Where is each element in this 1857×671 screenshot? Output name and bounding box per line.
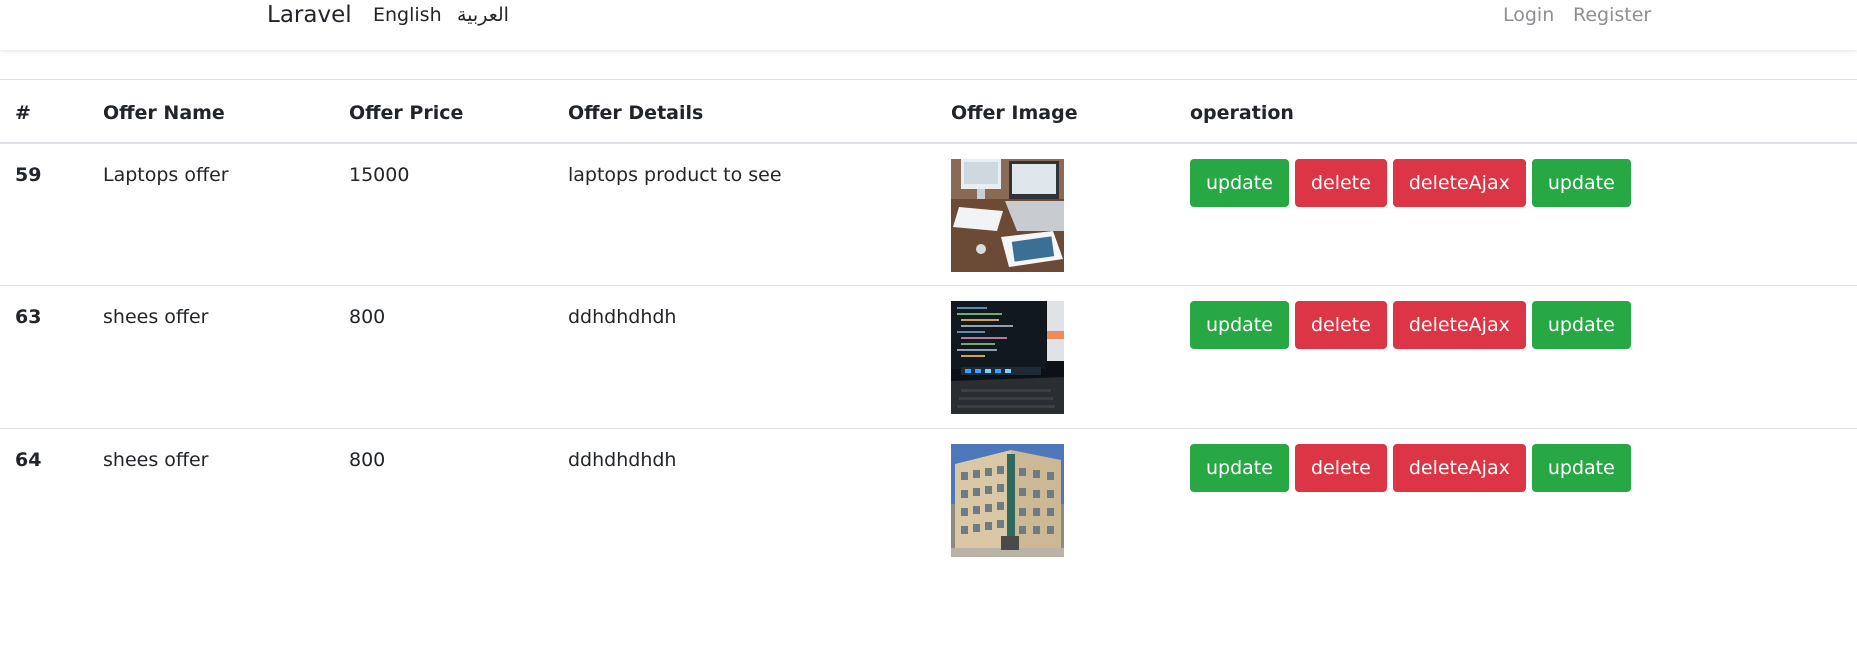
- register-link[interactable]: Register: [1573, 0, 1651, 30]
- update-secondary-button[interactable]: update: [1531, 158, 1631, 207]
- table-row: 64 shees offer 800 ddhdhdhdh update dele…: [0, 429, 1857, 572]
- delete-button[interactable]: delete: [1294, 158, 1387, 207]
- header-offer-details: Offer Details: [568, 102, 704, 124]
- header-offer-image: Offer Image: [951, 102, 1078, 124]
- offer-price: 15000: [349, 163, 410, 186]
- offer-id: 63: [15, 306, 42, 328]
- delete-ajax-button[interactable]: deleteAjax: [1392, 444, 1526, 492]
- delete-ajax-button[interactable]: deleteAjax: [1392, 158, 1526, 207]
- offer-image-laptop-desk: [951, 158, 1064, 272]
- brand-link[interactable]: Laravel: [267, 0, 352, 30]
- table-row: 59 Laptops offer 15000 laptops product t…: [0, 143, 1857, 286]
- delete-button[interactable]: delete: [1294, 301, 1387, 349]
- offer-details: ddhdhdhdh: [568, 449, 677, 471]
- offer-price: 800: [349, 306, 386, 328]
- offer-details: ddhdhdhdh: [568, 306, 677, 328]
- update-secondary-button[interactable]: update: [1531, 444, 1631, 492]
- lang-arabic-link[interactable]: العربية: [457, 0, 509, 30]
- offer-details: laptops product to see: [568, 163, 782, 186]
- offer-id: 59: [15, 163, 42, 186]
- offer-name: Laptops offer: [103, 163, 229, 186]
- row-actions: update delete deleteAjax update: [1190, 444, 1857, 492]
- row-actions: update delete deleteAjax update: [1190, 301, 1857, 349]
- header-operation: operation: [1190, 102, 1294, 124]
- update-button[interactable]: update: [1190, 444, 1289, 492]
- update-button[interactable]: update: [1190, 158, 1289, 207]
- login-link[interactable]: Login: [1503, 0, 1554, 30]
- offer-price: 800: [349, 449, 386, 471]
- offer-id: 64: [15, 449, 42, 471]
- offer-name: shees offer: [103, 306, 209, 328]
- table-header: # Offer Name Offer Price Offer Details O…: [0, 79, 1857, 143]
- update-button[interactable]: update: [1190, 301, 1289, 349]
- offer-image-building: [951, 444, 1064, 557]
- offers-table: # Offer Name Offer Price Offer Details O…: [0, 79, 1857, 572]
- offer-image-laptop-code: [951, 301, 1064, 414]
- header-offer-price: Offer Price: [349, 102, 464, 124]
- header-id: #: [15, 102, 31, 124]
- delete-ajax-button[interactable]: deleteAjax: [1392, 301, 1526, 349]
- table-row: 63 shees offer 800 ddhdhdhdh update dele…: [0, 286, 1857, 429]
- top-navbar: Laravel English العربية Login Register: [0, 0, 1857, 50]
- delete-button[interactable]: delete: [1294, 444, 1387, 492]
- update-secondary-button[interactable]: update: [1531, 301, 1631, 349]
- lang-english-link[interactable]: English: [373, 0, 442, 30]
- header-offer-name: Offer Name: [103, 102, 225, 124]
- row-actions: update delete deleteAjax update: [1190, 158, 1857, 207]
- offer-name: shees offer: [103, 449, 209, 471]
